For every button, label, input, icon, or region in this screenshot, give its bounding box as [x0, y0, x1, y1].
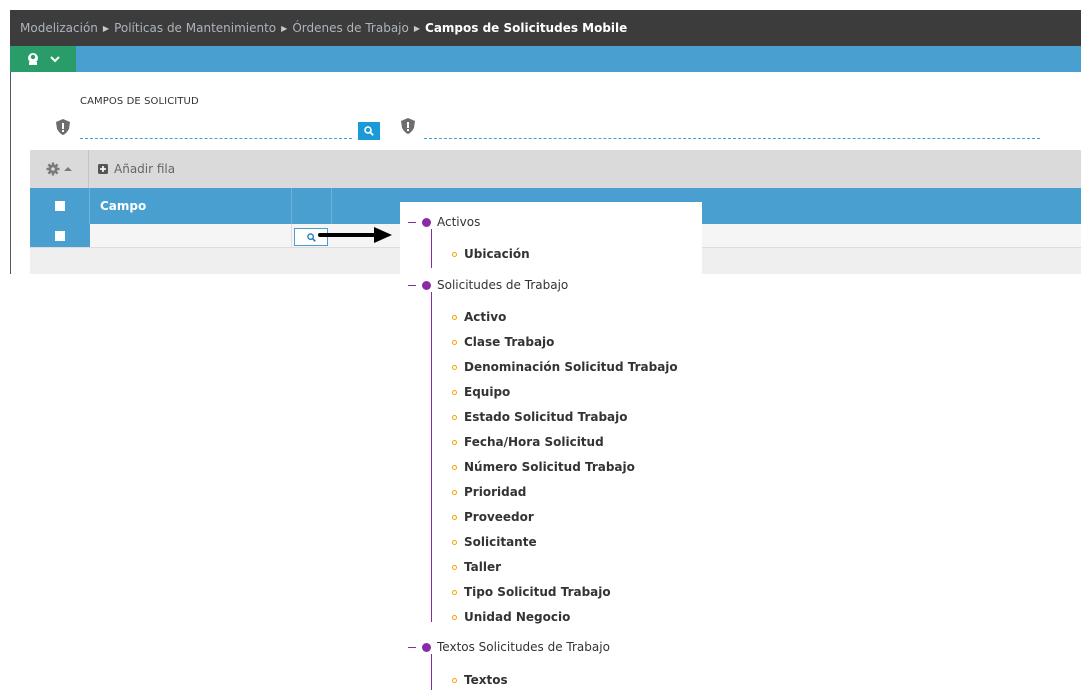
row-checkbox[interactable] — [55, 230, 65, 241]
tree-item-textos[interactable]: Textos — [452, 673, 508, 687]
group-node-icon — [422, 217, 431, 227]
breadcrumb: Modelización ▶ Políticas de Mantenimient… — [10, 10, 1081, 46]
field-tree-popup: Activos Ubicación Solicitudes de Trabajo… — [400, 202, 702, 690]
breadcrumb-item[interactable]: Políticas de Mantenimiento — [114, 21, 276, 35]
column-header-campo[interactable]: Campo — [90, 188, 292, 224]
leaf-node-icon — [452, 539, 457, 545]
select-all-cell — [30, 188, 90, 224]
column-header-lookup — [292, 188, 332, 224]
tree-group-solicitudes[interactable]: Solicitudes de Trabajo — [408, 278, 568, 292]
tree-item-label: Unidad Negocio — [464, 610, 571, 624]
grid-settings-button[interactable] — [30, 150, 89, 188]
breadcrumb-item[interactable]: Modelización — [20, 21, 98, 35]
tree-item-label: Fecha/Hora Solicitud — [464, 435, 604, 449]
add-row-label: Añadir fila — [114, 162, 176, 176]
breadcrumb-separator-icon: ▶ — [102, 23, 110, 33]
tree-item-clase-trabajo[interactable]: Clase Trabajo — [452, 335, 554, 349]
tree-item-estado[interactable]: Estado Solicitud Trabajo — [452, 410, 628, 424]
leaf-node-icon — [452, 414, 457, 420]
tree-connector — [431, 654, 432, 690]
tree-connector — [431, 229, 432, 268]
tree-item-unidad-negocio[interactable]: Unidad Negocio — [452, 610, 570, 624]
tree-item-label: Taller — [464, 560, 502, 574]
tree-item-tipo[interactable]: Tipo Solicitud Trabajo — [452, 585, 611, 599]
leaf-node-icon — [452, 589, 457, 595]
tree-item-denominacion[interactable]: Denominación Solicitud Trabajo — [452, 360, 678, 374]
campos-solicitud-description-input[interactable] — [424, 120, 1040, 139]
tree-item-ubicacion[interactable]: Ubicación — [452, 247, 530, 261]
search-icon — [306, 232, 316, 242]
user-menu-button[interactable] — [10, 46, 76, 72]
breadcrumb-item[interactable]: Órdenes de Trabajo — [292, 21, 409, 35]
collapse-icon[interactable] — [408, 284, 416, 286]
tree-item-label: Clase Trabajo — [464, 335, 555, 349]
tree-item-label: Textos — [464, 673, 508, 687]
leaf-node-icon — [452, 564, 457, 570]
collapse-icon[interactable] — [408, 646, 416, 648]
panel-border — [10, 72, 11, 274]
tree-connector — [431, 292, 432, 622]
breadcrumb-current: Campos de Solicitudes Mobile — [425, 21, 628, 35]
tree-item-numero[interactable]: Número Solicitud Trabajo — [452, 460, 635, 474]
collapse-icon[interactable] — [408, 221, 416, 223]
tree-item-label: Denominación Solicitud Trabajo — [464, 360, 678, 374]
tree-item-label: Estado Solicitud Trabajo — [464, 410, 628, 424]
app-toolbar — [10, 46, 1081, 72]
leaf-node-icon — [452, 389, 457, 395]
tree-item-label: Tipo Solicitud Trabajo — [464, 585, 611, 599]
leaf-node-icon — [452, 464, 457, 470]
tree-item-label: Proveedor — [464, 510, 534, 524]
leaf-node-icon — [452, 514, 457, 520]
user-avatar-icon — [28, 53, 38, 65]
search-icon — [364, 126, 374, 136]
caret-up-icon — [64, 167, 72, 171]
tree-item-equipo[interactable]: Equipo — [452, 385, 510, 399]
add-row-button[interactable]: Añadir fila — [98, 150, 175, 188]
chevron-down-icon — [50, 56, 60, 63]
leaf-node-icon — [452, 339, 457, 345]
tree-item-taller[interactable]: Taller — [452, 560, 501, 574]
tree-item-label: Solicitante — [464, 535, 537, 549]
tree-item-activo[interactable]: Activo — [452, 310, 506, 324]
tree-item-label: Ubicación — [464, 247, 530, 261]
campos-solicitud-input[interactable] — [80, 120, 352, 139]
leaf-node-icon — [452, 364, 457, 370]
leaf-node-icon — [452, 489, 457, 495]
group-node-icon — [422, 280, 431, 290]
tree-item-fecha-hora[interactable]: Fecha/Hora Solicitud — [452, 435, 604, 449]
leaf-node-icon — [452, 439, 457, 445]
tree-group-label: Solicitudes de Trabajo — [437, 278, 569, 292]
select-all-checkbox[interactable] — [54, 201, 65, 211]
tree-item-proveedor[interactable]: Proveedor — [452, 510, 534, 524]
group-node-icon — [422, 642, 431, 652]
breadcrumb-separator-icon: ▶ — [281, 23, 288, 33]
leaf-node-icon — [452, 314, 457, 320]
tree-item-prioridad[interactable]: Prioridad — [452, 485, 526, 499]
tree-group-label: Textos Solicitudes de Trabajo — [437, 640, 610, 654]
plus-square-icon — [98, 164, 108, 174]
leaf-node-icon — [452, 251, 457, 257]
filter-label: CAMPOS DE SOLICITUD — [80, 96, 199, 107]
shield-icon — [401, 118, 415, 134]
tree-item-label: Prioridad — [464, 485, 527, 499]
gear-icon — [46, 162, 60, 176]
campo-cell[interactable] — [90, 224, 292, 247]
tree-item-label: Activo — [464, 310, 507, 324]
tree-group-activos[interactable]: Activos — [408, 215, 480, 229]
breadcrumb-separator-icon: ▶ — [413, 23, 421, 33]
row-select-cell — [30, 224, 90, 247]
tree-item-label: Equipo — [464, 385, 511, 399]
shield-icon — [56, 119, 70, 135]
tree-group-textos[interactable]: Textos Solicitudes de Trabajo — [408, 640, 610, 654]
grid-toolbar: Añadir fila — [30, 150, 1081, 188]
tree-item-label: Número Solicitud Trabajo — [464, 460, 635, 474]
tree-item-solicitante[interactable]: Solicitante — [452, 535, 537, 549]
filter-search-button[interactable] — [358, 122, 380, 140]
leaf-node-icon — [452, 614, 457, 620]
annotation-arrow-icon — [318, 227, 392, 243]
leaf-node-icon — [452, 677, 457, 683]
tree-group-label: Activos — [437, 215, 481, 229]
